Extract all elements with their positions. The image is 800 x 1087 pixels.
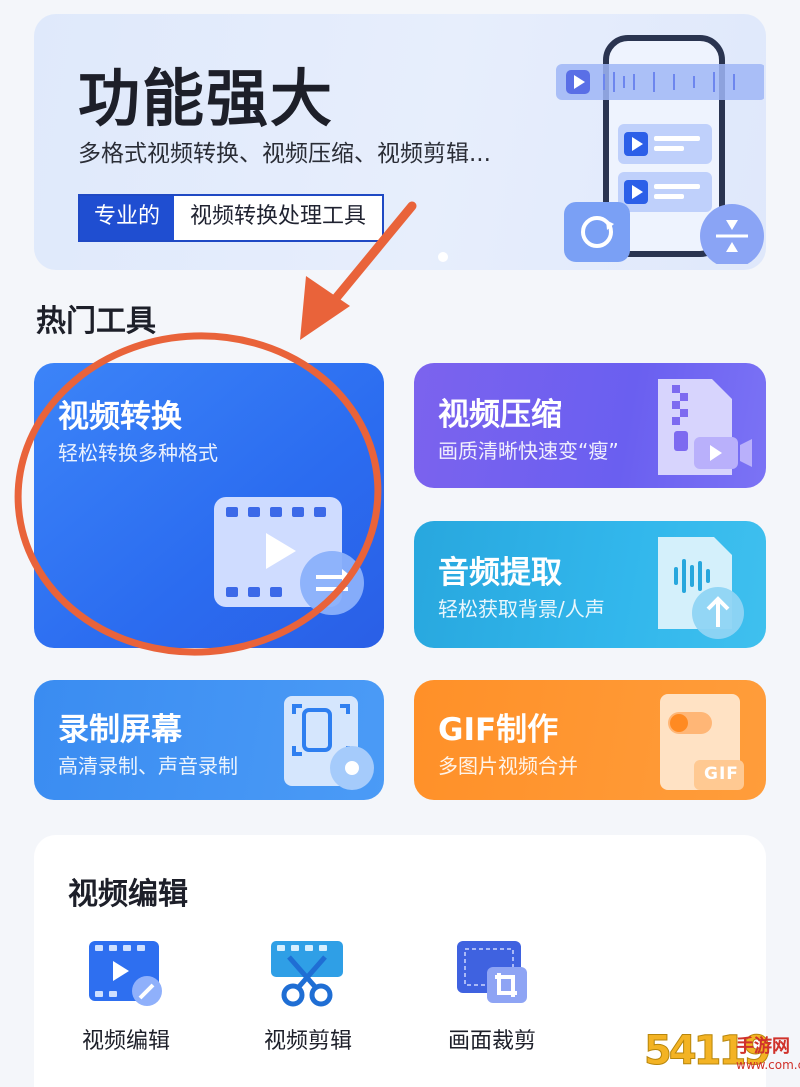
zip-video-icon (658, 379, 752, 475)
tool-video-cut[interactable]: 视频剪辑 (248, 937, 368, 1055)
tool-card-audio-extract[interactable]: 音频提取 轻松获取背景/人声 (414, 521, 766, 648)
scissors-film-icon (271, 941, 343, 1007)
gif-badge: GIF (704, 764, 739, 784)
screen-record-icon (284, 696, 374, 790)
tool-card-video-compress[interactable]: 视频压缩 画质清晰快速变“瘦” (414, 363, 766, 488)
hot-tools-title: 热门工具 (36, 304, 156, 339)
tool-crop[interactable]: 画面裁剪 (432, 937, 552, 1055)
feature-banner[interactable]: 功能强大 多格式视频转换、视频压缩、视频剪辑... 专业的 视频转换处理工具 (34, 14, 766, 270)
tool-label: 视频剪辑 (263, 1029, 352, 1054)
phone-illustration-icon (556, 35, 764, 264)
card-subtitle: 轻松转换多种格式 (58, 441, 218, 465)
card-title: 视频压缩 (438, 397, 562, 433)
film-convert-icon (214, 497, 364, 615)
card-title: 录制屏幕 (58, 712, 182, 748)
card-subtitle: 高清录制、声音录制 (58, 754, 238, 778)
card-title: 视频转换 (58, 399, 182, 435)
app-screen: 功能强大 多格式视频转换、视频压缩、视频剪辑... 专业的 视频转换处理工具 热… (0, 0, 800, 1087)
crop-icon (457, 941, 527, 1003)
card-title: GIF制作 (438, 712, 559, 748)
watermark-url: www.com.cn (736, 1058, 800, 1072)
tool-card-video-convert[interactable]: 视频转换 轻松转换多种格式 (34, 363, 384, 648)
watermark-side: 手游网 (736, 1036, 790, 1057)
tool-card-screen-record[interactable]: 录制屏幕 高清录制、声音录制 (34, 680, 384, 800)
audio-extract-icon (658, 537, 744, 639)
video-edit-icon (89, 941, 162, 1006)
site-watermark: 54119 手游网 www.com.cn (640, 1020, 800, 1087)
annotation-arrow-head (300, 276, 350, 340)
tool-video-edit[interactable]: 视频编辑 (66, 937, 186, 1055)
carousel-indicator (438, 252, 448, 262)
tag-secondary: 视频转换处理工具 (190, 204, 367, 229)
tool-label: 视频编辑 (81, 1029, 170, 1054)
card-subtitle: 轻松获取背景/人声 (438, 597, 605, 621)
tool-label: 画面裁剪 (447, 1029, 536, 1054)
card-subtitle: 多图片视频合并 (438, 754, 578, 778)
banner-title: 功能强大 (78, 62, 335, 135)
video-edit-title: 视频编辑 (68, 877, 188, 912)
tool-card-gif-maker[interactable]: GIF制作 多图片视频合并 GIF (414, 680, 766, 800)
tag-primary: 专业的 (80, 196, 175, 240)
banner-tagline: 专业的 视频转换处理工具 (78, 194, 385, 242)
card-title: 音频提取 (438, 555, 562, 591)
card-subtitle: 画质清晰快速变“瘦” (438, 439, 619, 463)
banner-subtitle: 多格式视频转换、视频压缩、视频剪辑... (78, 141, 491, 167)
